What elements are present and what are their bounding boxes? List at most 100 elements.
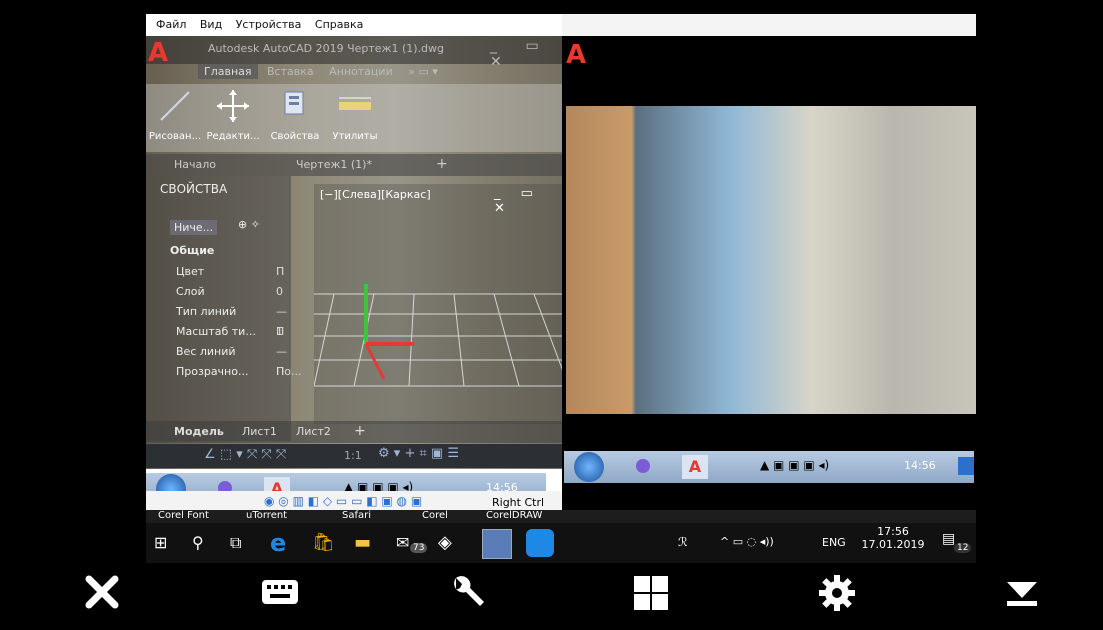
tab-home[interactable]: Главная xyxy=(198,64,258,79)
file-explorer-icon[interactable]: ▬ xyxy=(354,529,382,557)
search-icon[interactable]: ⚲ xyxy=(192,529,220,557)
annotation-scale[interactable]: 1:1 xyxy=(344,449,362,462)
vm-window-thumb-icon[interactable] xyxy=(482,529,512,559)
clock-date: 17.01.2019 xyxy=(861,538,925,551)
tab-start[interactable]: Начало xyxy=(174,158,216,171)
menu-devices[interactable]: Устройства xyxy=(236,14,302,36)
utilities-button[interactable]: Утилиты xyxy=(326,88,384,148)
windows-key-icon[interactable] xyxy=(632,574,670,612)
guest-taskbar: A ▲ ▣ ▣ ▣ ◂) 14:56 xyxy=(564,451,974,483)
action-center-icon[interactable]: ▤ xyxy=(942,531,955,547)
collapse-toolbar-icon[interactable] xyxy=(1004,574,1040,610)
new-tab-icon[interactable]: + xyxy=(436,156,448,172)
prop-label: Вес линий xyxy=(176,345,236,358)
mail-badge: 73 xyxy=(410,543,428,553)
desktop-labels: Corel Font uTorrent Safari Corel CorelDR… xyxy=(146,510,976,524)
quick-select-icon[interactable]: ⊕ ✧ xyxy=(238,218,260,231)
autocad-titlebar: A Autodesk AutoCAD 2019 Чертеж1 (1).dwg … xyxy=(146,36,562,70)
viewport-label[interactable]: [−][Слева][Каркас] xyxy=(320,188,431,201)
tab-layout2[interactable]: Лист2 xyxy=(296,425,331,438)
language-indicator[interactable]: ENG xyxy=(822,536,846,549)
drawing-viewport[interactable]: [−][Слева][Каркас] _ ▭ ✕ xyxy=(314,184,562,424)
draw-label: Рисован... xyxy=(148,131,202,142)
desktop-label[interactable]: Safari xyxy=(342,510,371,521)
measure-icon xyxy=(339,97,371,110)
document-tabs: Начало Чертеж1 (1)* + xyxy=(146,154,562,176)
window-controls[interactable]: _ ▭ ✕ xyxy=(490,38,562,70)
prop-label: Тип линий xyxy=(176,305,237,318)
store-icon[interactable]: 🛍 xyxy=(312,529,340,557)
tray-icons[interactable]: ▲ ▣ ▣ ▣ ◂) xyxy=(760,458,829,472)
autocad-statusbar: ∠ ⬚ ▾ ⤧ ⤧ ⤧ 1:1 ⚙ ▾ + ⌗ ▣ ☰ xyxy=(146,444,562,468)
wrench-icon[interactable] xyxy=(448,574,486,612)
properties-button[interactable]: Свойства xyxy=(266,88,324,148)
teamviewer-icon[interactable] xyxy=(958,457,974,475)
right-vm-menubar xyxy=(562,14,976,36)
autocad-logo-icon[interactable]: A xyxy=(566,40,586,70)
start-orb-icon[interactable] xyxy=(574,452,604,482)
autocad-taskbar-icon[interactable]: A xyxy=(682,455,708,479)
tab-insert[interactable]: Вставка xyxy=(261,64,320,79)
virtualbox-icon[interactable]: ◈ xyxy=(438,529,466,557)
clock-time: 17:56 xyxy=(877,525,909,538)
desktop-label[interactable]: uTorrent xyxy=(246,510,287,521)
general-section[interactable]: Общие xyxy=(170,244,214,257)
selection-dropdown[interactable]: Ниче... xyxy=(170,220,218,235)
prop-label: Слой xyxy=(176,285,205,298)
tab-drawing[interactable]: Чертеж1 (1)* xyxy=(296,158,372,171)
guest-clock[interactable]: 14:56 xyxy=(904,459,936,472)
status-tools-icon[interactable]: ∠ ⬚ ▾ ⤧ ⤧ ⤧ xyxy=(204,447,286,462)
palette-title: СВОЙСТВА xyxy=(160,182,228,196)
properties-label: Свойства xyxy=(270,131,320,142)
draw-button[interactable]: Рисован... xyxy=(146,88,204,148)
vm-menubar: Файл Вид Устройства Справка xyxy=(146,14,562,36)
autocad-logo-icon[interactable]: A xyxy=(148,40,178,66)
desktop-label[interactable]: CorelDRAW xyxy=(486,510,542,521)
prop-row[interactable]: Масштаб ти... 1 xyxy=(176,322,291,342)
system-tray-icons[interactable]: ^ ▭ ◌ ◂)) xyxy=(720,535,774,548)
ribbon-more-icon[interactable]: » ▭ ▾ xyxy=(402,64,444,79)
menu-help[interactable]: Справка xyxy=(315,14,363,36)
tab-annotate[interactable]: Аннотации xyxy=(323,64,399,79)
prop-row[interactable]: Цвет П xyxy=(176,262,291,282)
prop-label: Цвет xyxy=(176,265,205,278)
task-view-icon[interactable]: ⧉ xyxy=(230,529,258,557)
prop-label: Масштаб ти... xyxy=(176,325,256,338)
keyboard-icon[interactable] xyxy=(260,574,300,610)
prop-row[interactable]: Вес линий — П xyxy=(176,342,291,378)
windows-start-icon[interactable]: ⊞ xyxy=(154,529,182,557)
autocad-window: A Autodesk AutoCAD 2019 Чертеж1 (1).dwg … xyxy=(146,36,562,514)
close-icon[interactable] xyxy=(84,574,120,610)
prop-value: П xyxy=(276,265,285,278)
left-vm-window: Файл Вид Устройства Справка A Autodesk A… xyxy=(146,14,562,514)
edge-browser-icon[interactable]: e xyxy=(270,529,298,557)
host-key-label: Right Ctrl xyxy=(492,496,545,509)
prop-value: 1 xyxy=(276,325,283,338)
prop-row[interactable]: Тип линий — П xyxy=(176,302,291,338)
tab-model[interactable]: Модель xyxy=(174,425,224,438)
viewport-window-controls[interactable]: _ ▭ ✕ xyxy=(494,186,562,216)
cortana-icon[interactable] xyxy=(636,459,650,473)
ribbon-panel: Рисован... Редакти... Свойства Утилиты xyxy=(146,84,562,152)
desktop-label[interactable]: Corel Font xyxy=(158,510,209,521)
line-icon xyxy=(160,91,190,121)
tab-layout1[interactable]: Лист1 xyxy=(242,425,277,438)
menu-file[interactable]: Файл xyxy=(156,14,186,36)
desktop-label[interactable]: Corel xyxy=(422,510,448,521)
prop-label: Прозрачно... xyxy=(176,365,249,378)
prop-row[interactable]: Слой 0 xyxy=(176,282,291,302)
vm-device-icons[interactable]: ◉ ◎ ▥ ◧ ◇ ▭ ▭ ◧ ▣ ◍ ▣ xyxy=(264,494,422,508)
menu-view[interactable]: Вид xyxy=(200,14,222,36)
host-clock[interactable]: 17:56 17.01.2019 xyxy=(858,525,928,551)
teamviewer-icon[interactable] xyxy=(526,529,554,557)
prop-row[interactable]: Прозрачно... По... xyxy=(176,362,302,382)
layout-tabs: Модель Лист1 Лист2 + xyxy=(146,421,562,443)
settings-gear-icon[interactable] xyxy=(818,574,856,612)
add-layout-icon[interactable]: + xyxy=(354,423,366,439)
people-icon[interactable]: ℛ xyxy=(678,535,688,549)
prop-value: 0 xyxy=(276,285,283,298)
status-settings-icon[interactable]: ⚙ ▾ + ⌗ ▣ ☰ xyxy=(378,446,459,461)
grid-floor xyxy=(314,284,562,387)
modify-button[interactable]: Редакти... xyxy=(204,88,262,148)
ribbon-tabs: Главная Вставка Аннотации » ▭ ▾ xyxy=(198,64,444,82)
